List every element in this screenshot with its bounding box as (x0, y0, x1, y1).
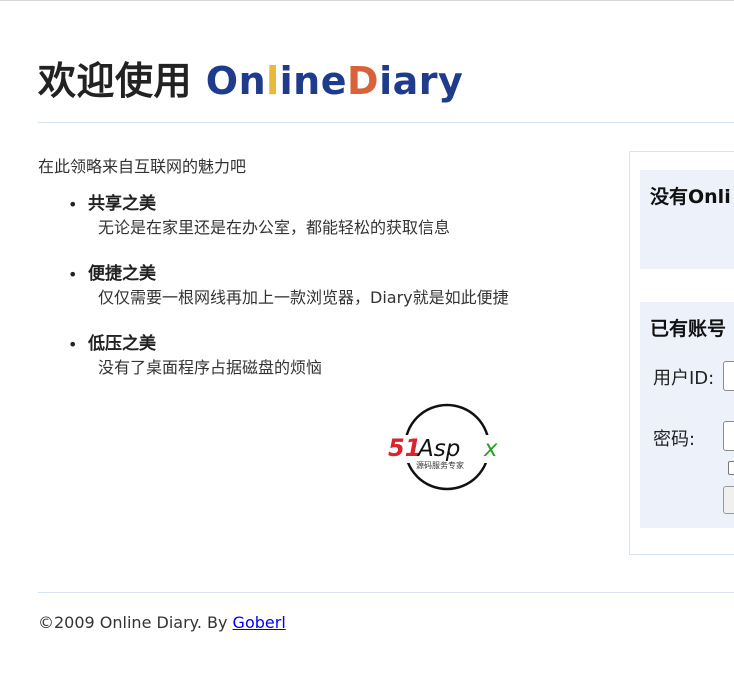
footer-divider (38, 592, 734, 593)
svg-text:x: x (483, 436, 498, 462)
feature-list: • 共享之美 无论是在家里还是在办公室，都能轻松的获取信息 • 便捷之美 仅仅需… (68, 193, 509, 403)
author-link[interactable]: Goberl (233, 613, 286, 632)
list-item: • 便捷之美 仅仅需要一根网线再加上一款浏览器，Diary就是如此便捷 (68, 263, 509, 311)
bullet-icon: • (68, 335, 78, 354)
header-divider (38, 122, 734, 123)
bullet-icon: • (68, 195, 78, 214)
feature-description: 仅仅需要一根网线再加上一款浏览器，Diary就是如此便捷 (98, 288, 509, 307)
password-label: 密码: (653, 429, 696, 450)
login-heading: 已有账号 (650, 318, 727, 340)
bullet-icon: • (68, 265, 78, 284)
feature-title: 便捷之美 (88, 264, 156, 284)
list-item: • 共享之美 无论是在家里还是在办公室，都能轻松的获取信息 (68, 193, 509, 241)
feature-description: 无论是在家里还是在办公室，都能轻松的获取信息 (98, 218, 451, 237)
brand-letter: ine (279, 59, 348, 103)
feature-title: 低压之美 (88, 334, 156, 354)
login-panel: 已有账号 用户ID: 密码: (640, 302, 734, 528)
feature-title: 共享之美 (88, 194, 156, 214)
brand-name: OnlineDiary (206, 59, 464, 103)
feature-description: 没有了桌面程序占据磁盘的烦恼 (98, 358, 323, 377)
brand-letter: n (238, 59, 267, 103)
user-id-label: 用户ID: (653, 368, 715, 389)
footer: ©2009 Online Diary. By Goberl (38, 613, 286, 632)
logo-subtitle: 源码服务专家 (416, 460, 464, 470)
intro-text: 在此领略来自互联网的魅力吧 (38, 157, 247, 176)
brand-letter: l (266, 59, 280, 103)
sidebar: 没有Onli 已有账号 用户ID: 密码: (629, 151, 734, 555)
register-panel: 没有Onli (640, 170, 734, 269)
password-input[interactable] (723, 421, 734, 451)
brand-letter: O (205, 59, 239, 103)
brand-letter: D (347, 59, 380, 103)
svg-text:Asp: Asp (416, 436, 460, 462)
brand-letter: iary (379, 59, 464, 103)
remember-checkbox[interactable] (728, 461, 734, 475)
svg-text:51: 51 (388, 434, 421, 462)
51aspx-logo: 51 Asp x 源码服务专家 (388, 403, 508, 491)
list-item: • 低压之美 没有了桌面程序占据磁盘的烦恼 (68, 333, 509, 381)
register-heading: 没有Onli (650, 186, 731, 208)
top-border (0, 0, 734, 1)
title-welcome: 欢迎使用 (38, 59, 193, 103)
user-id-input[interactable] (723, 361, 734, 391)
copyright-text: ©2009 Online Diary. By (38, 613, 233, 632)
page-title: 欢迎使用 OnlineDiary (38, 50, 463, 105)
login-button[interactable] (723, 486, 734, 514)
